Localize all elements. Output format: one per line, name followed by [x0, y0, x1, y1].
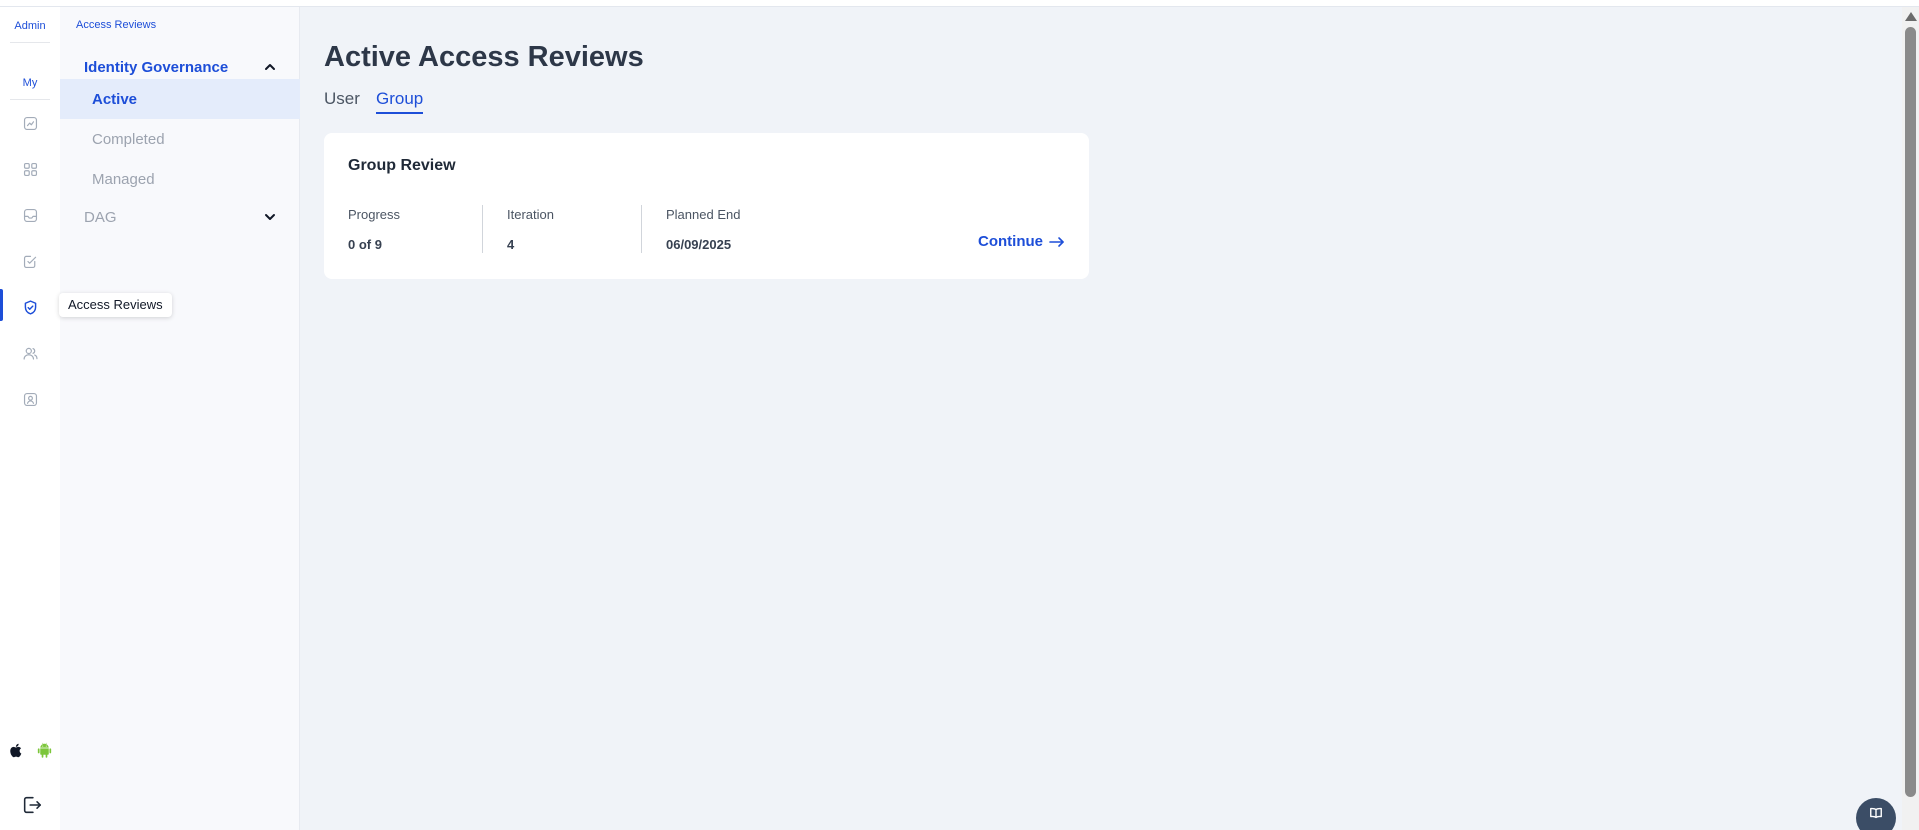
badge-icon[interactable]: [18, 387, 42, 411]
chevron-up-icon: [265, 64, 275, 70]
admin-link[interactable]: Admin: [8, 20, 52, 32]
iteration-field: Iteration 4: [507, 207, 554, 255]
apps-grid-icon[interactable]: [18, 157, 42, 181]
users-icon[interactable]: [18, 341, 42, 365]
section-label: DAG: [84, 208, 117, 226]
field-value: 0 of 9: [348, 237, 382, 252]
book-icon: [1870, 807, 1882, 819]
continue-label: Continue: [978, 233, 1043, 250]
field-value: 06/09/2025: [666, 237, 732, 252]
progress-field: Progress 0 of 9: [348, 207, 400, 255]
tab-user[interactable]: User: [324, 89, 360, 112]
rail-divider: [10, 99, 50, 100]
nav-item-completed[interactable]: Completed: [60, 119, 300, 159]
field-label: Progress: [348, 207, 401, 222]
field-divider: [482, 205, 483, 253]
tab-group[interactable]: Group: [376, 89, 424, 114]
task-icon[interactable]: [18, 249, 42, 273]
vertical-scrollbar[interactable]: [1902, 7, 1919, 830]
android-icon[interactable]: [34, 740, 54, 760]
top-border: [0, 0, 1919, 7]
help-button[interactable]: [1856, 798, 1896, 830]
page-title: Active Access Reviews: [324, 41, 644, 73]
section-dag[interactable]: DAG: [60, 199, 300, 235]
card-title: Group Review: [348, 157, 456, 174]
breadcrumb[interactable]: Access Reviews: [76, 19, 156, 31]
section-label: Identity Governance: [84, 58, 229, 76]
logout-icon[interactable]: [19, 792, 45, 818]
group-review-card: Group Review Progress 0 of 9 Iteration 4…: [324, 133, 1089, 279]
icon-rail: Admin My: [0, 7, 60, 830]
nav-item-managed[interactable]: Managed: [60, 159, 300, 199]
scroll-up-arrow[interactable]: [1905, 12, 1917, 21]
apple-icon[interactable]: [6, 740, 26, 760]
field-label: Iteration: [507, 207, 554, 222]
shield-check-icon[interactable]: [18, 295, 42, 319]
field-label: Planned End: [666, 207, 741, 222]
planned-end-field: Planned End 06/09/2025: [666, 207, 740, 255]
continue-button[interactable]: Continue: [978, 233, 1065, 250]
secondary-nav: Access Reviews Identity Governance Activ…: [60, 7, 300, 830]
arrow-right-icon: [1049, 236, 1064, 247]
nav-item-active[interactable]: Active: [60, 79, 300, 119]
main-content: Active Access Reviews User Group Group R…: [300, 7, 1900, 830]
my-link[interactable]: My: [8, 77, 52, 89]
scroll-thumb[interactable]: [1905, 27, 1916, 797]
chevron-down-icon: [265, 214, 275, 220]
inbox-icon[interactable]: [18, 203, 42, 227]
rail-divider: [10, 42, 50, 43]
field-value: 4: [507, 237, 515, 252]
access-reviews-tooltip: Access Reviews: [59, 293, 172, 317]
field-divider: [641, 205, 642, 253]
active-indicator: [0, 289, 3, 321]
chart-icon[interactable]: [18, 111, 42, 135]
